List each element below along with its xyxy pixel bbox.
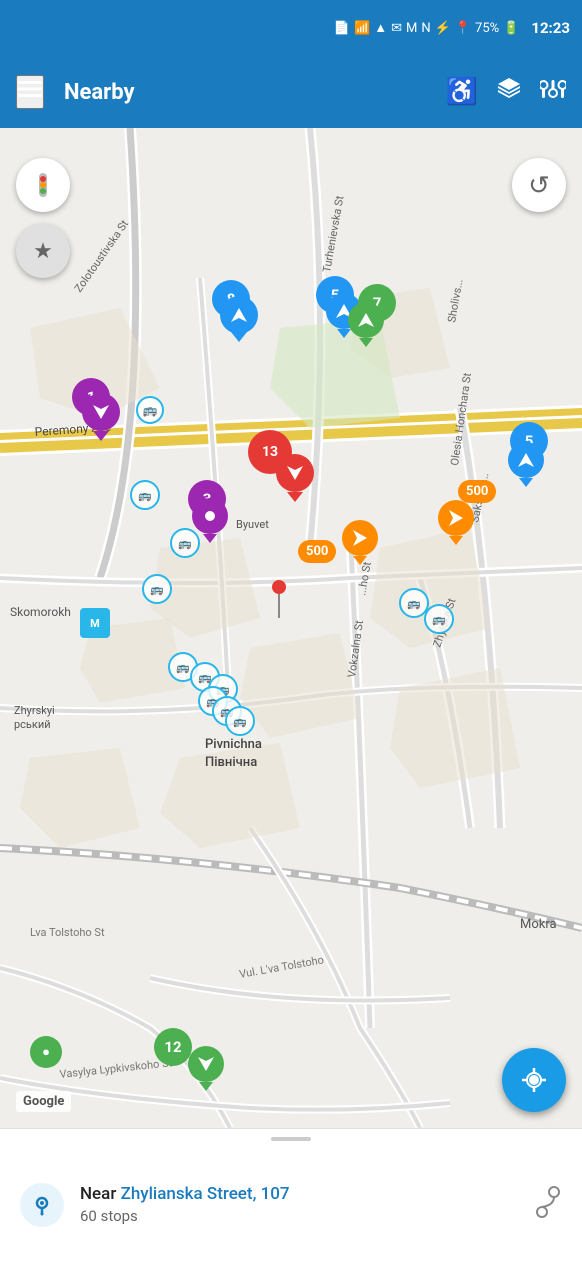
- svg-text:Mokra: Mokra: [520, 917, 557, 932]
- gmail-icon: M: [406, 21, 417, 36]
- location-pin-icon: [20, 1183, 64, 1227]
- stop-circle-4[interactable]: 🚌: [142, 574, 172, 604]
- location-pin: [272, 580, 286, 618]
- stop-circle-6[interactable]: 🚌: [424, 604, 454, 634]
- nav-marker-8[interactable]: [220, 296, 258, 342]
- wifi-icon: 📶: [354, 21, 370, 36]
- nav-marker-7[interactable]: [348, 302, 384, 347]
- nav-marker-orange-b[interactable]: [342, 520, 378, 565]
- street-pre: Near: [80, 1184, 121, 1204]
- menu-button[interactable]: [16, 75, 44, 109]
- street-name: Zhylianska Street, 107: [121, 1184, 290, 1204]
- filter-icon[interactable]: [540, 76, 566, 108]
- metro-stop[interactable]: М: [80, 608, 110, 638]
- svg-text:Pivnichna: Pivnichna: [205, 737, 262, 752]
- clock: 12:23: [531, 19, 570, 37]
- favorites-button[interactable]: ★: [16, 224, 70, 278]
- my-location-button[interactable]: [502, 1048, 566, 1112]
- nav-marker-5b[interactable]: [508, 442, 544, 487]
- refresh-button[interactable]: ↺: [512, 158, 566, 212]
- nav-marker-13[interactable]: [276, 454, 314, 502]
- stop-icon-near-1[interactable]: 🚌: [136, 396, 164, 424]
- bottom-sheet: Near Zhylianska Street, 107 60 stops: [0, 1128, 582, 1280]
- svg-text:Zhyrskyi: Zhyrskyi: [14, 704, 55, 717]
- bluetooth-icon: ⚡: [435, 21, 451, 36]
- stops-count: 60 stops: [80, 1207, 518, 1225]
- svg-text:Skomorokh: Skomorokh: [10, 605, 71, 619]
- battery-pct: 75%: [475, 21, 499, 36]
- nav-marker-orange-a[interactable]: [438, 500, 474, 545]
- location-icon: 📍: [455, 21, 471, 36]
- bottom-info: Near Zhylianska Street, 107 60 stops: [80, 1184, 518, 1225]
- status-icons: 📄 📶 ▲ ✉ M N ⚡ 📍 75% 🔋: [334, 20, 520, 36]
- nav-marker-12[interactable]: [188, 1046, 224, 1091]
- nfc-icon: N: [421, 21, 430, 36]
- sim-icon: 📄: [334, 21, 350, 36]
- svg-text:Lva Tolstoho St: Lva Tolstoho St: [30, 926, 105, 939]
- cluster-marker-small-green[interactable]: ●: [30, 1036, 62, 1068]
- map-container[interactable]: Zolotoustivska St Turhenievska St Sholiv…: [0, 128, 582, 1128]
- svg-text:рський: рський: [14, 718, 51, 731]
- app-bar: Nearby ♿: [0, 56, 582, 128]
- cluster-marker-12[interactable]: 12: [154, 1028, 192, 1066]
- nav-marker-1[interactable]: [82, 393, 120, 441]
- stop-circle-2[interactable]: 🚌: [170, 528, 200, 558]
- layers-icon[interactable]: [496, 76, 522, 108]
- street-label: Near Zhylianska Street, 107: [80, 1184, 518, 1204]
- badge-500b[interactable]: 500: [298, 540, 336, 563]
- svg-text:Byuvet: Byuvet: [236, 518, 269, 531]
- battery-icon: 🔋: [503, 21, 519, 36]
- status-bar: 📄 📶 ▲ ✉ M N ⚡ 📍 75% 🔋 12:23: [0, 0, 582, 56]
- page-title: Nearby: [64, 80, 434, 105]
- route-icon[interactable]: [534, 1186, 562, 1224]
- stop-circle-1[interactable]: 🚌: [130, 480, 160, 510]
- toolbar-icons: ♿: [446, 76, 566, 108]
- google-logo: Google: [16, 1091, 71, 1112]
- email-icon: ✉: [391, 21, 402, 36]
- signal-icon: ▲: [374, 20, 387, 36]
- svg-text:Північна: Північна: [205, 755, 257, 770]
- traffic-button[interactable]: [16, 158, 70, 212]
- accessibility-icon[interactable]: ♿: [446, 77, 478, 107]
- stop-circle-12[interactable]: 🚌: [225, 706, 255, 736]
